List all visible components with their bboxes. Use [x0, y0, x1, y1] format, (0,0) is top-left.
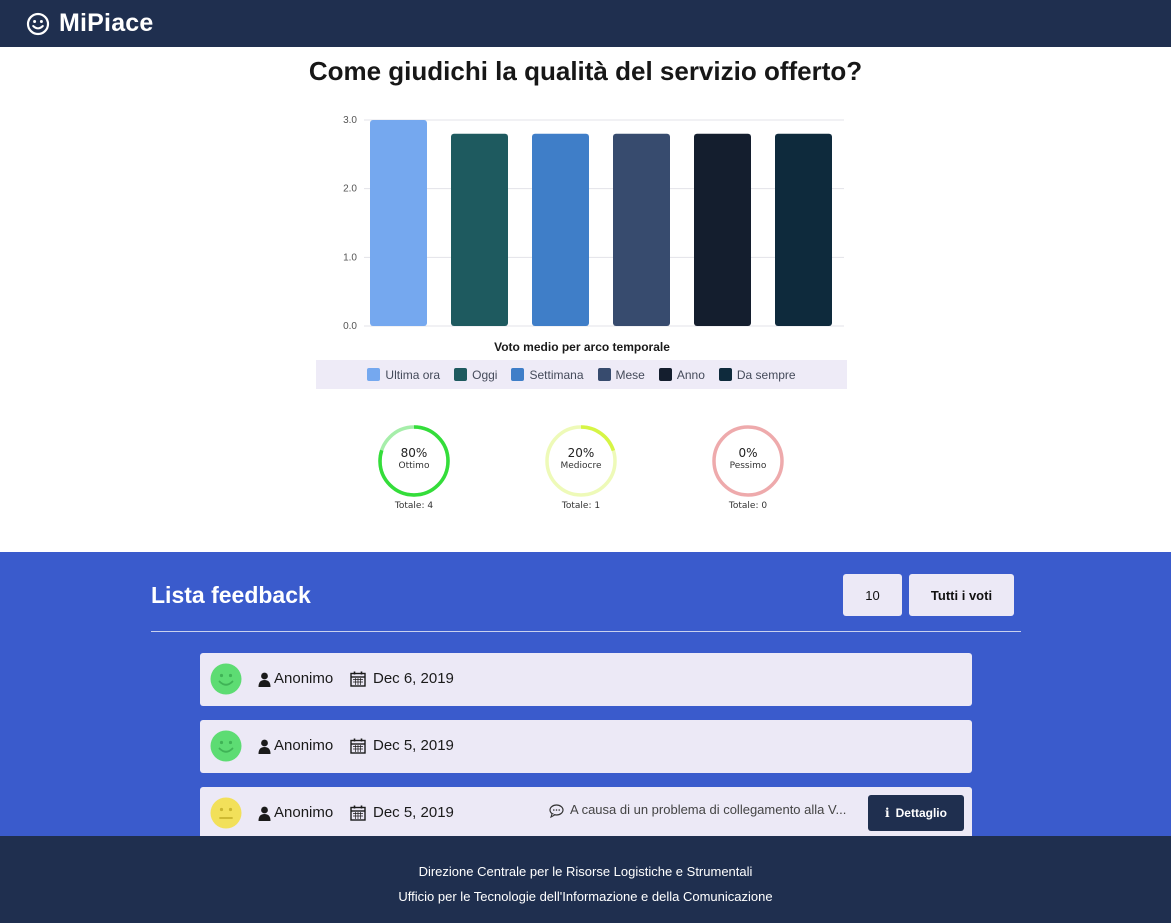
detail-button[interactable]: i Dettaglio: [868, 795, 964, 831]
legend-label: Oggi: [472, 367, 498, 382]
gauge-total-ottimo: Totale: 4: [394, 501, 434, 511]
legend-item[interactable]: Da sempre: [718, 367, 796, 382]
feedback-user: Anonimo: [274, 670, 334, 687]
feedback-date: Dec 5, 2019: [373, 737, 454, 754]
legend-item[interactable]: Oggi: [454, 368, 497, 382]
gauge-label-ottimo: Ottimo: [398, 461, 430, 471]
feedback-section: Lista feedback 10 Tutti i voti Anonimo D…: [0, 552, 1171, 836]
bar-settimana[interactable]: [532, 133, 589, 326]
brand-name[interactable]: MiPiace: [59, 9, 154, 38]
footer: Direzione Centrale per le Risorse Logist…: [0, 836, 1171, 923]
gauge-label-mediocre: Mediocre: [560, 461, 602, 471]
feedback-comment: A causa di un problema di collegamento a…: [570, 802, 847, 817]
happy-face-icon: [210, 663, 242, 695]
bar-oggi[interactable]: [451, 133, 508, 326]
legend-label: Mese: [615, 367, 645, 382]
bar-anno[interactable]: [694, 133, 751, 326]
user-icon: [258, 739, 271, 754]
comment-icon: [549, 804, 564, 818]
y-tick-label: 1.0: [343, 252, 357, 263]
feedback-title: Lista feedback: [151, 582, 311, 608]
calendar-icon: [350, 671, 366, 687]
user-icon: [258, 806, 271, 821]
gauge-pessimo: 0% Pessimo Totale: 0: [711, 424, 785, 511]
gauge-label-pessimo: Pessimo: [729, 461, 767, 471]
legend-label: Ultima ora: [385, 367, 441, 382]
legend-swatch: [597, 368, 611, 381]
legend-item[interactable]: Settimana: [511, 367, 584, 382]
feedback-date: Dec 5, 2019: [373, 804, 454, 821]
chart-x-axis-title: Voto medio per arco temporale: [494, 340, 670, 354]
average-rating-bar-chart: 0.0 1.0 2.0 3.0: [316, 108, 848, 340]
gauge-percent-mediocre: 20%: [567, 446, 595, 460]
neutral-face-icon: [210, 797, 242, 829]
smiley-icon: [26, 12, 50, 35]
y-tick-label: 3.0: [343, 115, 357, 126]
bar-mese[interactable]: [613, 133, 670, 326]
gauge-total-mediocre: Totale: 1: [561, 501, 601, 511]
gauge-total-pessimo: Totale: 0: [728, 501, 768, 511]
feedback-date: Dec 6, 2019: [373, 670, 454, 687]
gauge-ottimo: 80% Ottimo Totale: 4: [377, 424, 451, 511]
legend-swatch: [658, 368, 672, 381]
legend-item[interactable]: Mese: [597, 367, 645, 382]
feedback-divider: [151, 631, 1021, 632]
y-tick-label: 0.0: [343, 321, 357, 332]
gauge-percent-pessimo: 0%: [738, 446, 758, 460]
detail-button-label: Dettaglio: [895, 806, 947, 820]
legend-label: Settimana: [529, 367, 584, 382]
legend-swatch: [454, 368, 468, 381]
legend-swatch: [367, 368, 381, 381]
legend-label: Da sempre: [736, 367, 796, 382]
calendar-icon: [350, 738, 366, 754]
legend-swatch: [718, 368, 732, 381]
calendar-icon: [350, 805, 366, 821]
info-icon: i: [885, 806, 890, 820]
gauge-mediocre: 20% Mediocre Totale: 1: [544, 424, 618, 511]
gauge-percent-ottimo: 80%: [400, 446, 428, 460]
bar-ultima-ora[interactable]: [370, 120, 427, 326]
top-navbar: MiPiace: [0, 0, 1171, 47]
footer-line-2: Ufficio per le Tecnologie dell'Informazi…: [398, 889, 773, 904]
vote-filter-button[interactable]: Tutti i voti: [909, 574, 1014, 616]
happy-face-icon: [210, 730, 242, 762]
feedback-row[interactable]: Anonimo Dec 6, 2019: [200, 653, 972, 706]
bar-da-sempre[interactable]: [775, 133, 832, 326]
feedback-row[interactable]: Anonimo Dec 5, 2019 A causa di un proble…: [200, 787, 972, 836]
legend-item[interactable]: Anno: [658, 367, 705, 382]
y-tick-label: 2.0: [343, 184, 357, 195]
legend-item[interactable]: Ultima ora: [367, 368, 440, 382]
feedback-user: Anonimo: [274, 737, 334, 754]
chart-legend: Ultima ora Oggi Settimana Mese Anno Da sempre: [316, 360, 847, 389]
page-size-button[interactable]: 10: [843, 574, 902, 616]
legend-swatch: [511, 368, 525, 381]
user-icon: [258, 672, 271, 687]
feedback-user: Anonimo: [274, 804, 334, 821]
legend-label: Anno: [676, 367, 705, 382]
bar-chart-svg: 0.0 1.0 2.0 3.0: [343, 115, 844, 332]
feedback-row[interactable]: Anonimo Dec 5, 2019: [200, 720, 972, 773]
footer-line-1: Direzione Centrale per le Risorse Logist…: [418, 864, 753, 879]
page-title: Come giudichi la qualità del servizio of…: [308, 56, 863, 86]
